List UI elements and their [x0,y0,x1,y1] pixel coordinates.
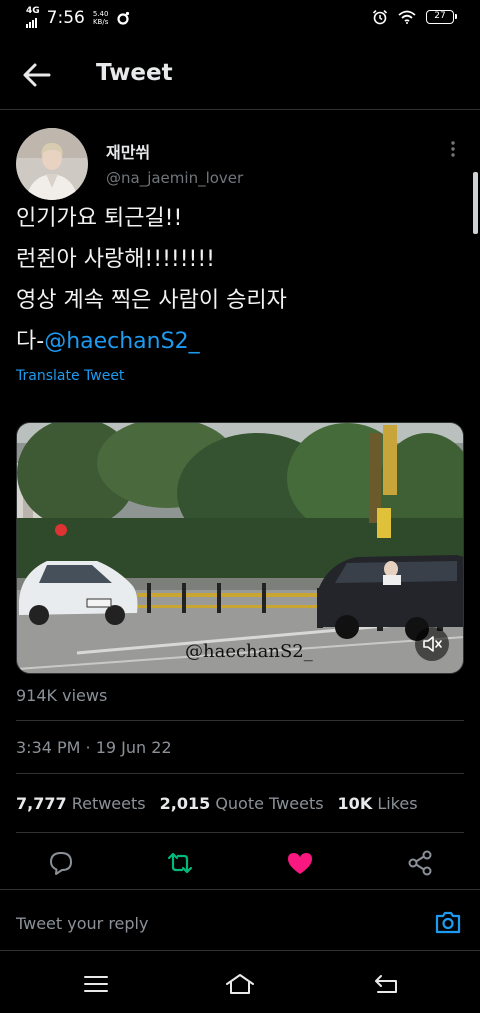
network-speed-unit: KB/s [92,17,109,26]
speaker-muted-icon [423,636,442,652]
video-frame [17,423,463,673]
signal-indicator: 4G [26,7,40,28]
menu-icon[interactable] [82,972,110,996]
tweet-actions [0,848,480,882]
divider [16,720,464,721]
alarm-icon [372,10,388,25]
network-speed: 5.40 KB/s [93,10,109,26]
battery-icon: 27 [426,10,457,24]
home-icon[interactable] [224,972,256,996]
scrollbar[interactable] [473,172,478,234]
tweet-timestamp: 3:34 PM · 19 Jun 22 [16,738,172,757]
tweet-line: 다- [16,329,45,354]
wifi-icon [398,10,416,24]
share-icon[interactable] [405,848,435,878]
tweet-line-with-mention: 다-@haechanS2_ [16,321,461,362]
status-left: 4G 7:56 5.40 KB/s [26,7,130,28]
divider [16,832,464,833]
translate-tweet-link[interactable]: Translate Tweet [16,368,124,384]
tweet-line: 런쥔아 사랑해!!!!!!!! [16,247,215,272]
retweets-label: Retweets [71,794,146,813]
retweet-icon[interactable] [165,848,195,878]
clock: 7:56 [46,7,85,28]
signal-icon [26,17,40,28]
retweets-stat[interactable]: 7,777 Retweets [16,794,146,813]
system-nav-bar [0,958,480,1013]
tweet-video[interactable]: @haechanS2_ [16,422,464,674]
camera-icon[interactable] [434,909,462,935]
page-title: Tweet [96,60,173,86]
quote-tweets-label: Quote Tweets [215,794,324,813]
engagement-stats: 7,777 Retweets 2,015 Quote Tweets 10K Like… [16,794,418,813]
network-speed-value: 5.40 [92,9,109,18]
heart-icon[interactable] [285,848,315,878]
mention-link[interactable]: @haechanS2_ [44,329,199,354]
tweet-text: 인기가요 퇴근길!! 런쥔아 사랑해!!!!!!!! 영상 계속 찍은 사람이 … [16,198,461,362]
mute-button[interactable] [415,627,449,661]
retweets-count: 7,777 [16,794,67,813]
likes-count: 10K [337,794,373,813]
author-name[interactable]: 재만쒸 [106,139,150,163]
reply-input[interactable]: Tweet your reply [16,914,148,933]
network-type: 4G [26,6,40,16]
back-icon[interactable] [372,972,400,996]
notification-dot-icon [117,11,130,25]
reply-icon[interactable] [46,848,76,878]
status-bar: 4G 7:56 5.40 KB/s 27 [0,0,480,38]
quote-tweets-count: 2,015 [159,794,211,813]
view-count: 914K views [16,686,108,705]
video-watermark: @haechanS2_ [185,641,313,662]
tweet-line: 영상 계속 찍은 사람이 승리자 [16,288,287,313]
likes-label: Likes [377,794,418,813]
reply-bar: Tweet your reply [0,889,480,951]
tweet-line: 인기가요 퇴근길!! [16,206,183,231]
divider [16,773,464,774]
status-right: 27 [372,9,457,25]
avatar[interactable] [16,128,88,200]
more-options-icon[interactable] [447,140,459,158]
quote-tweets-stat[interactable]: 2,015 Quote Tweets [160,794,324,813]
likes-stat[interactable]: 10K Likes [338,794,418,813]
header: Tweet [0,40,480,110]
author-handle[interactable]: @na_jaemin_lover [106,169,243,187]
arrow-left-icon[interactable] [22,62,52,88]
